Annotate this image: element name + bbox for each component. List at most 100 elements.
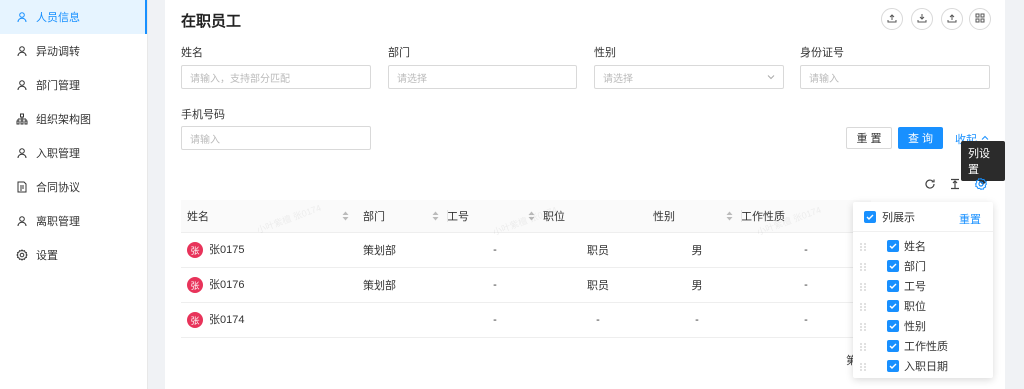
drag-handle-icon[interactable]: [859, 241, 867, 251]
import-icon: [887, 12, 897, 26]
column-settings-item[interactable]: 工作性质: [853, 336, 993, 356]
sort-icon[interactable]: [726, 211, 733, 221]
density-button[interactable]: [948, 177, 962, 191]
column-header-label: 姓名: [187, 210, 209, 223]
cell-name: 张张0176: [181, 267, 357, 303]
chevron-down-icon: [767, 73, 775, 81]
column-header-position[interactable]: 职位: [543, 200, 653, 233]
column-header-gender[interactable]: 性别: [653, 200, 741, 233]
download-icon: [917, 12, 927, 26]
cell-nature: -: [741, 302, 871, 338]
drag-handle-icon[interactable]: [859, 341, 867, 351]
column-header-dept[interactable]: 部门: [357, 200, 447, 233]
idcard-input[interactable]: 请输入: [800, 65, 990, 89]
column-checkbox[interactable]: [887, 260, 899, 272]
name-search-input[interactable]: 请输入，支持部分匹配: [181, 65, 371, 89]
column-settings-item[interactable]: 性别: [853, 316, 993, 336]
sidebar-item-label: 异动调转: [36, 46, 80, 58]
sidebar-item-label: 入职管理: [36, 148, 80, 160]
column-settings-item-label: 工号: [904, 281, 926, 293]
sidebar-item-label: 合同协议: [36, 182, 80, 194]
cell-employee-no: -: [447, 267, 543, 303]
column-settings-item[interactable]: 姓名: [853, 236, 993, 256]
dept-select[interactable]: 请选择: [388, 65, 577, 89]
employee-name: 张0176: [209, 278, 245, 291]
dept-filter-label: 部门: [388, 47, 410, 59]
employee-name: 张0174: [209, 313, 245, 326]
user-icon: [16, 45, 28, 57]
column-checkbox[interactable]: [887, 300, 899, 312]
sidebar-item-label: 人员信息: [36, 12, 80, 24]
sort-icon[interactable]: [342, 211, 349, 221]
cell-position: 职员: [543, 267, 653, 303]
sidebar-item-5[interactable]: 合同协议: [0, 170, 147, 204]
column-settings-item[interactable]: 工号: [853, 276, 993, 296]
column-checkbox[interactable]: [887, 240, 899, 252]
drag-handle-icon[interactable]: [859, 321, 867, 331]
grid-icon: [975, 12, 985, 26]
gender-select-placeholder: 请选择: [603, 73, 633, 85]
settings-icon: [974, 177, 988, 194]
refresh-button[interactable]: [923, 177, 937, 191]
column-settings-item[interactable]: 入职日期: [853, 356, 993, 376]
sort-icon[interactable]: [432, 211, 439, 221]
column-checkbox[interactable]: [887, 360, 899, 372]
cell-employee-no: -: [447, 302, 543, 338]
avatar: 张: [187, 312, 203, 329]
column-settings-button[interactable]: [974, 177, 988, 191]
table-row[interactable]: 张张0175 策划部 - 职员男 -: [181, 232, 871, 268]
sidebar-item-3[interactable]: 组织架构图: [0, 102, 147, 136]
column-settings-reset-link[interactable]: 重置: [959, 211, 981, 227]
column-checkbox[interactable]: [887, 340, 899, 352]
column-settings-popover: 列展示 重置 姓名部门工号职位性别工作性质入职日期: [853, 202, 993, 378]
column-settings-item-label: 部门: [904, 261, 926, 273]
reset-button[interactable]: 重 置: [846, 127, 892, 149]
import-button[interactable]: [881, 8, 903, 30]
density-icon: [948, 178, 962, 194]
cell-position: -: [543, 302, 653, 338]
main-panel: 在职员工 姓名 请输入，支持部分匹配 部门 请选择 性别 请选择 身份证号 请输…: [165, 0, 1005, 389]
cell-dept: 策划部: [357, 267, 447, 303]
sidebar-item-1[interactable]: 异动调转: [0, 34, 147, 68]
export-icon: [947, 12, 957, 26]
download-button[interactable]: [911, 8, 933, 30]
table-body: 张张0175 策划部 - 职员男 - 张张0176 策划部 - 职员男 - 张张0174- - - -: [181, 232, 871, 338]
user-icon: [16, 147, 28, 159]
drag-handle-icon[interactable]: [859, 301, 867, 311]
grid-view-button[interactable]: [969, 8, 991, 30]
table-row[interactable]: 张张0176 策划部 - 职员男 -: [181, 267, 871, 303]
query-button[interactable]: 查 询: [898, 127, 943, 149]
gender-filter-label: 性别: [594, 47, 616, 59]
sidebar-item-2[interactable]: 部门管理: [0, 68, 147, 102]
column-settings-item[interactable]: 部门: [853, 256, 993, 276]
gender-select[interactable]: 请选择: [594, 65, 784, 89]
export-button[interactable]: [941, 8, 963, 30]
column-settings-header: 列展示 重置: [853, 202, 993, 232]
table-row[interactable]: 张张0174- - - -: [181, 302, 871, 338]
contract-icon: [16, 181, 28, 193]
drag-handle-icon[interactable]: [859, 281, 867, 291]
column-display-label: 列展示: [882, 211, 915, 224]
sidebar-item-0[interactable]: 人员信息: [0, 0, 147, 34]
cell-nature: -: [741, 267, 871, 303]
drag-handle-icon[interactable]: [859, 361, 867, 371]
column-settings-item-label: 入职日期: [904, 361, 948, 373]
phone-input[interactable]: 请输入: [181, 126, 371, 150]
column-header-label: 部门: [363, 210, 385, 223]
sidebar-item-6[interactable]: 离职管理: [0, 204, 147, 238]
name-filter-label: 姓名: [181, 47, 203, 59]
phone-filter-label: 手机号码: [181, 109, 225, 121]
column-settings-item-label: 职位: [904, 301, 926, 313]
cell-name: 张张0175: [181, 232, 357, 268]
column-settings-item-label: 工作性质: [904, 341, 948, 353]
sidebar-item-4[interactable]: 入职管理: [0, 136, 147, 170]
column-settings-item[interactable]: 职位: [853, 296, 993, 316]
drag-handle-icon[interactable]: [859, 261, 867, 271]
employee-name: 张0175: [209, 243, 245, 256]
sidebar-item-label: 离职管理: [36, 216, 80, 228]
show-all-columns-checkbox[interactable]: [864, 210, 876, 223]
column-checkbox[interactable]: [887, 320, 899, 332]
cell-gender: -: [653, 302, 741, 338]
sidebar-item-7[interactable]: 设置: [0, 238, 147, 272]
column-checkbox[interactable]: [887, 280, 899, 292]
